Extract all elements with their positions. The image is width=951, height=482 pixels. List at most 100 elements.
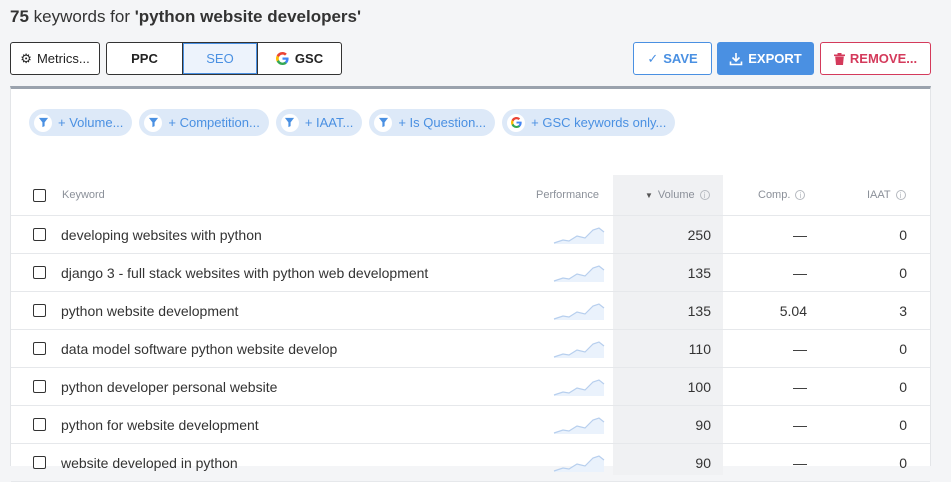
tab-seo[interactable]: SEO [183, 43, 257, 74]
table-row[interactable]: data model software python website devel… [11, 330, 930, 368]
sort-desc-icon: ▼ [645, 190, 653, 200]
keyword-text[interactable]: python developer personal website [61, 379, 277, 395]
info-icon[interactable]: i [699, 190, 710, 200]
iaat-cell: 0 [831, 254, 907, 291]
export-button[interactable]: EXPORT [717, 42, 814, 75]
filter-gsc-keywords[interactable]: + GSC keywords only... [502, 109, 676, 136]
row-checkbox[interactable] [33, 380, 46, 393]
comp-value: — [793, 264, 807, 281]
volume-cell: 90 [613, 406, 723, 443]
google-icon [275, 52, 289, 65]
row-checkbox-cell [33, 406, 46, 443]
table-row[interactable]: python website development 135 5.04 3 [11, 292, 930, 330]
info-icon[interactable]: i [795, 190, 806, 200]
remove-button[interactable]: REMOVE... [820, 42, 931, 75]
keyword-table-card: + Volume... + Competition... + IAAT... +… [10, 86, 931, 482]
filter-volume[interactable]: + Volume... [29, 109, 133, 136]
select-all-checkbox[interactable] [33, 188, 46, 202]
filter-bar: + Volume... + Competition... + IAAT... +… [29, 109, 676, 136]
keyword-text[interactable]: django 3 - full stack websites with pyth… [61, 265, 428, 281]
header-keyword[interactable]: Keyword [62, 175, 105, 215]
volume-cell: 250 [613, 216, 723, 253]
iaat-cell: 0 [831, 330, 907, 367]
iaat-cell: 0 [831, 216, 907, 253]
tab-ppc[interactable]: PPC [107, 43, 183, 74]
comp-cell: 5.04 [723, 292, 807, 329]
page-title: 75 keywords for 'python website develope… [10, 7, 361, 27]
row-checkbox[interactable] [33, 418, 46, 431]
check-icon: ✓ [647, 50, 659, 66]
trend-sparkline-icon [553, 264, 605, 282]
filter-competition[interactable]: + Competition... [139, 109, 269, 136]
iaat-value: 3 [899, 302, 907, 319]
volume-cell: 110 [613, 330, 723, 367]
row-checkbox-cell [33, 216, 46, 253]
volume-value: 135 [687, 264, 711, 281]
keyword-cell: data model software python website devel… [61, 330, 337, 367]
filter-icon [374, 113, 393, 132]
table-row[interactable]: developing websites with python 250 — 0 [11, 216, 930, 254]
select-all-cell [33, 175, 46, 215]
header-iaat[interactable]: IAAT i [867, 175, 906, 215]
volume-value: 135 [687, 302, 711, 319]
header-volume[interactable]: ▼ Volume i [645, 175, 710, 215]
iaat-cell: 3 [831, 292, 907, 329]
google-icon [507, 113, 526, 132]
table-row[interactable]: python developer personal website 100 — 0 [11, 368, 930, 406]
keyword-text[interactable]: python for website development [61, 417, 259, 433]
volume-cell: 135 [613, 254, 723, 291]
iaat-value: 0 [899, 226, 907, 243]
row-checkbox-cell [33, 292, 46, 329]
header-iaat-label: IAAT [867, 189, 891, 201]
filter-icon [280, 113, 299, 132]
header-comp[interactable]: Comp. i [758, 175, 806, 215]
tab-ppc-label: PPC [131, 51, 158, 66]
filter-is-question[interactable]: + Is Question... [369, 109, 496, 136]
table-row[interactable]: django 3 - full stack websites with pyth… [11, 254, 930, 292]
row-checkbox[interactable] [33, 266, 46, 279]
info-icon[interactable]: i [895, 190, 906, 200]
keyword-text[interactable]: python website development [61, 303, 238, 319]
row-checkbox[interactable] [33, 228, 46, 241]
comp-cell: — [723, 368, 807, 405]
iaat-cell: 0 [831, 406, 907, 443]
tab-gsc[interactable]: GSC [257, 43, 341, 74]
keyword-text[interactable]: data model software python website devel… [61, 341, 337, 357]
performance-cell [553, 368, 605, 405]
save-button[interactable]: ✓ SAVE [633, 42, 712, 75]
keyword-text[interactable]: developing websites with python [61, 227, 262, 243]
filter-icon [144, 113, 163, 132]
filter-iaat[interactable]: + IAAT... [275, 109, 363, 136]
trend-sparkline-icon [553, 454, 605, 472]
filter-volume-label: + Volume... [58, 115, 124, 130]
header-performance-label: Performance [536, 189, 599, 201]
table-row[interactable]: python for website development 90 — 0 [11, 406, 930, 444]
title-text: keywords for [28, 7, 135, 26]
table-row[interactable]: website developed in python 90— 0 [11, 444, 930, 482]
row-checkbox-cell [33, 254, 46, 291]
performance-cell [553, 216, 605, 253]
volume-value: 110 [688, 340, 711, 357]
metrics-button[interactable]: ⚙ Metrics... [10, 42, 100, 75]
keyword-cell: python for website development [61, 406, 259, 443]
table-body: developing websites with python 250 — 0 djan… [11, 216, 930, 482]
header-keyword-label: Keyword [62, 189, 105, 201]
tab-seo-label: SEO [206, 51, 234, 66]
comp-value: — [793, 226, 807, 243]
performance-cell [553, 254, 605, 291]
comp-cell: — [723, 444, 807, 481]
row-checkbox[interactable] [33, 304, 46, 317]
iaat-value: 0 [899, 264, 907, 281]
trend-sparkline-icon [553, 378, 605, 396]
comp-cell: — [723, 406, 807, 443]
row-checkbox[interactable] [33, 456, 46, 469]
row-checkbox[interactable] [33, 342, 46, 355]
comp-cell: — [723, 254, 807, 291]
comp-cell: — [723, 330, 807, 367]
keyword-cell: python website development [61, 292, 238, 329]
row-checkbox-cell [33, 330, 46, 367]
header-volume-label: Volume [657, 189, 695, 201]
comp-value: 5.04 [779, 302, 807, 319]
metrics-label: Metrics... [36, 51, 90, 66]
export-label: EXPORT [748, 51, 802, 66]
